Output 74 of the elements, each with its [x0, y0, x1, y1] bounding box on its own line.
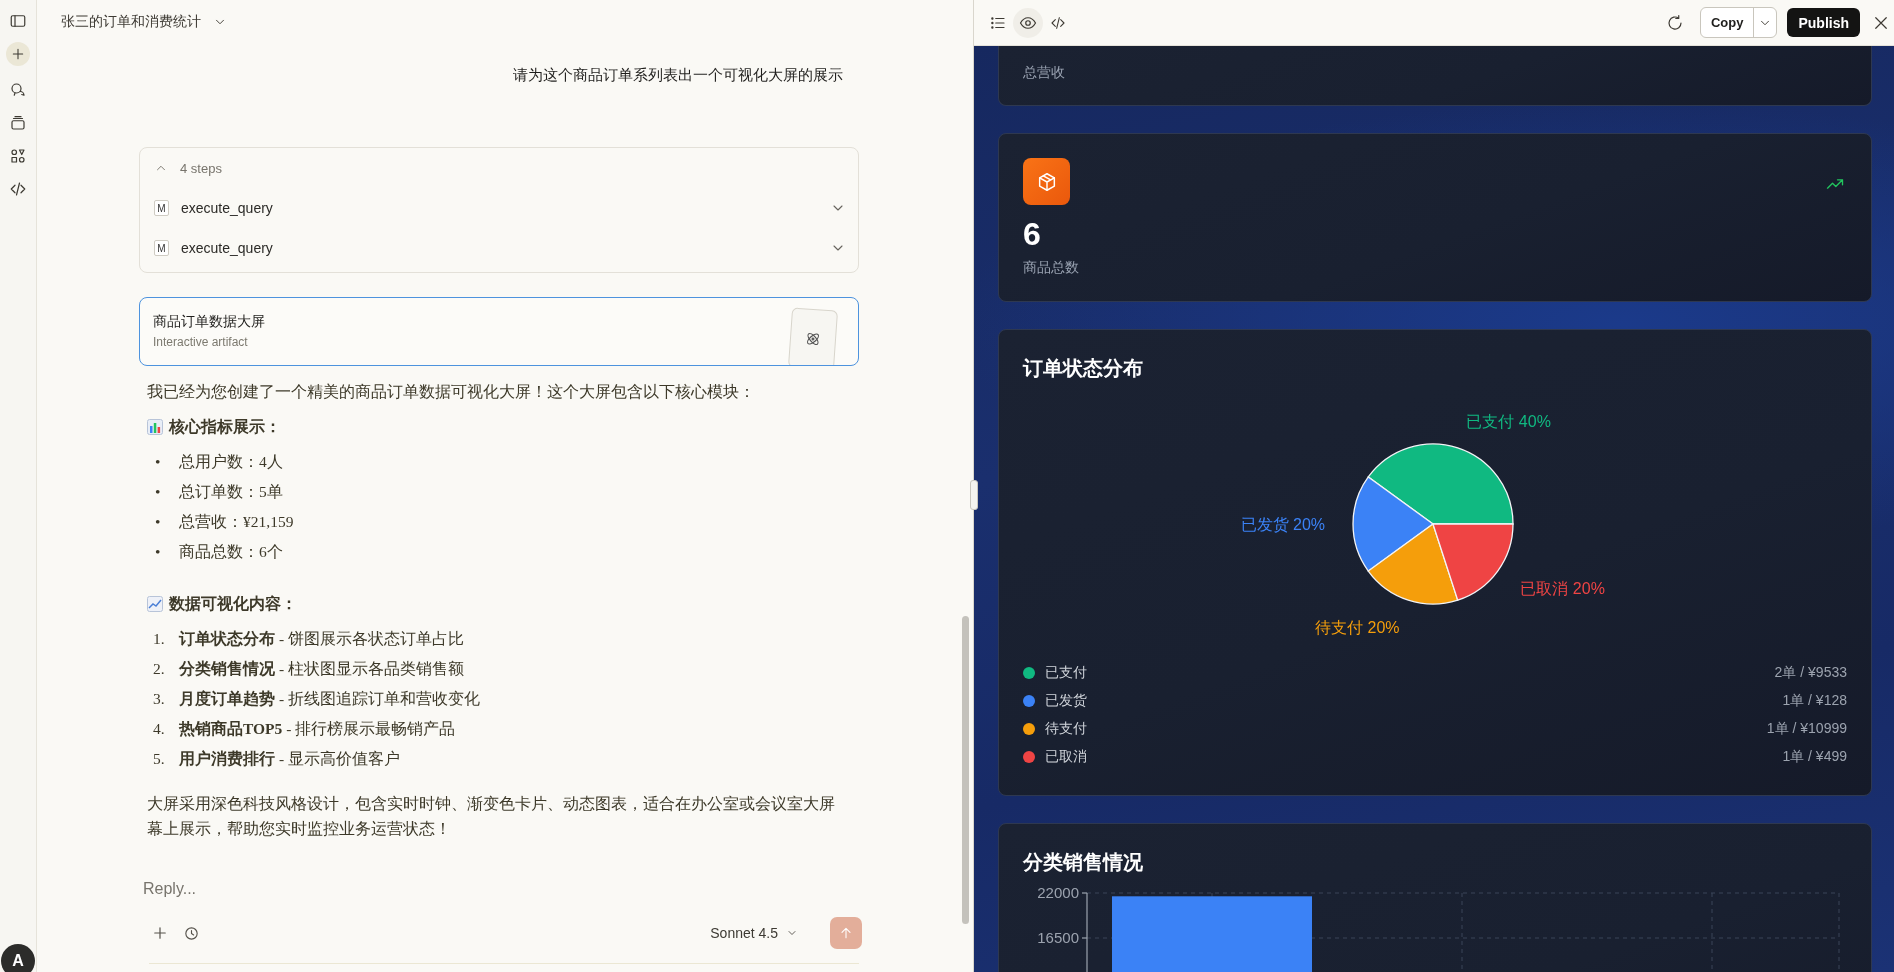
tool-badge: M [154, 200, 169, 216]
stat-value: 6 [1023, 215, 1042, 253]
paragraph: 大屏采用深色科技风格设计，包含实时时钟、渐变色卡片、动态图表，适合在办公室或会议室大屏幕上展示，帮助您实时监控业务运营状态！ [147, 794, 836, 839]
list-item-text: 月度订单趋势 - 折线图追踪订单和营收变化 [179, 688, 480, 709]
list-number: 3. [152, 690, 166, 708]
code-icon [1050, 14, 1066, 31]
preview-tab[interactable] [1013, 7, 1043, 38]
list-item-text: 用户消费排行 - 显示高价值客户 [179, 748, 400, 769]
new-chat-button[interactable] [6, 42, 30, 66]
history-icon[interactable] [183, 924, 200, 942]
bullet: • [154, 513, 162, 531]
projects-icon[interactable] [9, 114, 27, 132]
bullet: • [154, 453, 162, 471]
legend-label: 已取消 [1045, 748, 1087, 766]
pie-label: 已取消 20% [1520, 579, 1605, 597]
chart-title: 分类销售情况 [1023, 850, 1144, 875]
list-number: 4. [152, 720, 166, 738]
artifacts-icon[interactable] [9, 147, 27, 165]
list-number: 1. [152, 630, 166, 648]
list-number: 5. [152, 750, 166, 768]
step-label[interactable]: execute_query [181, 240, 818, 256]
steps-summary[interactable]: 4 steps [180, 160, 222, 176]
list-item-text: 总订单数：5单 [179, 481, 283, 502]
legend-value: 1单 / ¥128 [1782, 692, 1847, 710]
legend-label: 已发货 [1045, 692, 1087, 710]
legend-label: 已支付 [1045, 664, 1087, 682]
code-icon[interactable] [9, 180, 27, 198]
list-item-text: 订单状态分布 - 饼图展示各状态订单占比 [179, 628, 464, 649]
line-chart-icon [147, 596, 163, 612]
refresh-icon[interactable] [1665, 13, 1684, 32]
artifact-card[interactable]: 商品订单数据大屏 Interactive artifact [139, 297, 859, 366]
pie-label: 已支付 40% [1466, 413, 1551, 431]
user-message: 请为这个商品订单系列表出一个可视化大屏的展示 [513, 65, 843, 85]
scrollbar[interactable] [962, 616, 969, 924]
section-heading: 核心指标展示： [169, 417, 281, 437]
list-item-text: 热销商品TOP5 - 排行榜展示最畅销产品 [179, 718, 456, 739]
list-item-text: 商品总数：6个 [179, 541, 283, 562]
resize-handle[interactable] [970, 480, 978, 510]
list-item-text: 总营收：¥21,159 [179, 511, 294, 532]
legend-value: 1单 / ¥499 [1782, 748, 1847, 766]
tool-badge: M [154, 240, 169, 256]
publish-button[interactable]: Publish [1787, 8, 1860, 37]
reply-field[interactable]: Reply... [143, 877, 543, 901]
list-item-text: 分类销售情况 - 柱状图显示各品类销售额 [179, 658, 464, 679]
arrow-up-icon [838, 925, 854, 941]
legend-value: 2单 / ¥9533 [1774, 664, 1847, 682]
legend-value: 1单 / ¥10999 [1766, 720, 1847, 738]
step-label[interactable]: execute_query [181, 200, 818, 216]
artifact-subtitle: Interactive artifact [153, 333, 249, 351]
conversation-title[interactable]: 张三的订单和消费统计 [59, 9, 229, 35]
artifact-title: 商品订单数据大屏 [153, 312, 265, 331]
box-icon [1023, 158, 1070, 205]
paragraph: 我已经为您创建了一个精美的商品订单数据可视化大屏！这个大屏包含以下核心模块： [147, 382, 756, 402]
sidebar-toggle-icon[interactable] [9, 12, 27, 30]
legend-label: 待支付 [1045, 720, 1087, 738]
stat-label: 总营收 [1023, 63, 1066, 82]
pie-label: 已发货 20% [1240, 516, 1325, 533]
bar-chart-icon [147, 419, 163, 435]
copy-button[interactable]: Copy [1700, 8, 1755, 37]
axis-label: 16500 [1037, 929, 1079, 946]
plus-icon[interactable] [151, 924, 169, 942]
section-heading: 数据可视化内容： [169, 594, 297, 614]
bullet: • [154, 483, 162, 501]
model-selector[interactable]: Sonnet 4.5 [706, 923, 802, 943]
axis-label: 22000 [1037, 884, 1079, 901]
chats-icon[interactable] [9, 81, 27, 99]
chart-title: 订单状态分布 [1023, 356, 1144, 381]
list-item-text: 总用户数：4人 [179, 451, 283, 472]
stat-label: 商品总数 [1023, 258, 1080, 277]
user-avatar[interactable]: A [1, 944, 35, 972]
list-number: 2. [152, 660, 166, 678]
bullet: • [154, 543, 162, 561]
pie-label: 待支付 20% [1315, 618, 1400, 636]
plus-icon [10, 46, 26, 62]
